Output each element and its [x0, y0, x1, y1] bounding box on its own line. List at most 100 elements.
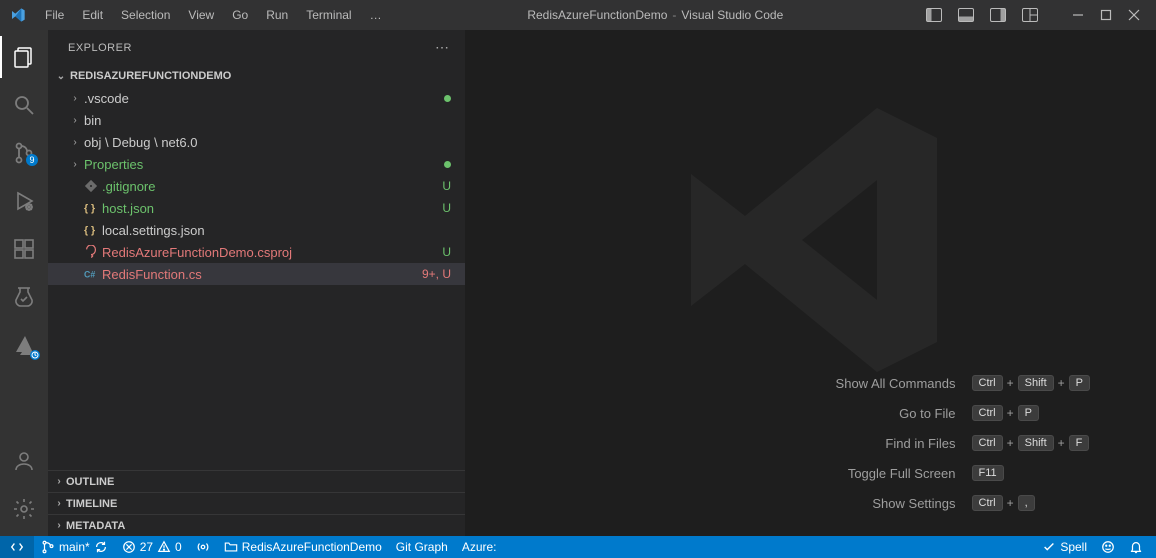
- menu-view[interactable]: View: [181, 4, 221, 26]
- file-name: RedisFunction.cs: [102, 267, 202, 282]
- file-row[interactable]: { }local.settings.json: [48, 219, 465, 241]
- shortcut-keys: Ctrl+Shift+P: [972, 375, 1091, 391]
- shortcut-keys: F11: [972, 465, 1091, 481]
- status-spell[interactable]: Spell: [1035, 536, 1094, 558]
- workspace-root[interactable]: ⌄ REDISAZUREFUNCTIONDEMO: [48, 65, 465, 87]
- kbd-key: P: [1018, 405, 1039, 421]
- section-label: METADATA: [66, 520, 125, 532]
- status-git-graph[interactable]: Git Graph: [389, 536, 455, 558]
- folder-row[interactable]: ›obj \ Debug \ net6.0: [48, 131, 465, 153]
- section-label: OUTLINE: [66, 476, 114, 488]
- chevron-right-icon: ›: [68, 115, 82, 126]
- toggle-secondary-sidebar-icon[interactable]: [984, 2, 1012, 28]
- svg-text:C#: C#: [84, 270, 95, 280]
- chevron-right-icon: ›: [68, 159, 82, 170]
- window-controls: [1064, 2, 1148, 28]
- status-bar: main* 27 0 RedisAzureFunctionDemo Git Gr…: [0, 536, 1156, 558]
- menu-run[interactable]: Run: [259, 4, 295, 26]
- bell-icon: [1129, 540, 1143, 554]
- customize-layout-icon[interactable]: [1016, 2, 1044, 28]
- status-branch[interactable]: main*: [34, 536, 115, 558]
- status-notifications[interactable]: [1122, 536, 1150, 558]
- status-problems[interactable]: 27 0: [115, 536, 189, 558]
- vscode-logo-icon: [10, 7, 26, 23]
- activity-settings[interactable]: [0, 488, 48, 530]
- plus-sep: +: [1007, 406, 1014, 420]
- workspace-name: REDISAZUREFUNCTIONDEMO: [70, 70, 231, 82]
- status-spell-label: Spell: [1060, 540, 1087, 554]
- modified-dot-icon: [444, 157, 451, 171]
- file-name: RedisAzureFunctionDemo.csproj: [102, 245, 292, 260]
- shortcut-keys: Ctrl+Shift+F: [972, 435, 1091, 451]
- minimize-icon[interactable]: [1064, 2, 1092, 28]
- chevron-right-icon: ›: [52, 520, 66, 531]
- check-icon: [1042, 540, 1056, 554]
- activity-azure[interactable]: [0, 324, 48, 366]
- menu-edit[interactable]: Edit: [75, 4, 110, 26]
- kbd-key: Shift: [1018, 435, 1054, 451]
- status-open-folder[interactable]: RedisAzureFunctionDemo: [217, 536, 389, 558]
- file-name: .gitignore: [102, 179, 155, 194]
- folder-row[interactable]: ›.vscode: [48, 87, 465, 109]
- activity-source-control[interactable]: 9: [0, 132, 48, 174]
- maximize-icon[interactable]: [1092, 2, 1120, 28]
- toggle-primary-sidebar-icon[interactable]: [920, 2, 948, 28]
- status-folder-label: RedisAzureFunctionDemo: [242, 540, 382, 554]
- folder-name: .vscode: [84, 91, 129, 106]
- sidebar-section-timeline[interactable]: ›TIMELINE: [48, 492, 465, 514]
- plus-sep: +: [1007, 376, 1014, 390]
- menu-file[interactable]: File: [38, 4, 71, 26]
- toggle-panel-icon[interactable]: [952, 2, 980, 28]
- json-icon: { }: [82, 201, 100, 215]
- file-row[interactable]: .gitignoreU: [48, 175, 465, 197]
- file-row[interactable]: RedisAzureFunctionDemo.csproj U: [48, 241, 465, 263]
- sidebar-section-outline[interactable]: ›OUTLINE: [48, 470, 465, 492]
- file-row[interactable]: { }host.json U: [48, 197, 465, 219]
- shortcut-label: Toggle Full Screen: [836, 466, 956, 481]
- status-warning-count: 0: [175, 540, 182, 554]
- folder-row[interactable]: ›Properties: [48, 153, 465, 175]
- menu-bar: File Edit Selection View Go Run Terminal…: [38, 4, 391, 26]
- window-title: RedisAzureFunctionDemo - Visual Studio C…: [395, 8, 916, 22]
- file-tree: ⌄ REDISAZUREFUNCTIONDEMO ›.vscode›bin›ob…: [48, 65, 465, 470]
- close-icon[interactable]: [1120, 2, 1148, 28]
- sync-icon: [94, 540, 108, 554]
- file-row[interactable]: C# RedisFunction.cs 9+, U: [48, 263, 465, 285]
- feedback-icon: [1101, 540, 1115, 554]
- git-status-decoration: 9+, U: [422, 267, 451, 281]
- menu-terminal[interactable]: Terminal: [299, 4, 358, 26]
- chevron-right-icon: ›: [68, 93, 82, 104]
- status-remote-button[interactable]: [0, 536, 34, 558]
- window-title-app: Visual Studio Code: [681, 8, 783, 22]
- status-feedback[interactable]: [1094, 536, 1122, 558]
- folder-row[interactable]: ›bin: [48, 109, 465, 131]
- folder-name: Properties: [84, 157, 143, 172]
- git-status-decoration: U: [442, 245, 451, 259]
- activity-search[interactable]: [0, 84, 48, 126]
- sidebar-more-icon[interactable]: ⋯: [435, 39, 451, 56]
- status-port-forward[interactable]: [189, 536, 217, 558]
- menu-overflow[interactable]: …: [363, 4, 391, 26]
- kbd-key: Ctrl: [972, 495, 1003, 511]
- activity-testing[interactable]: [0, 276, 48, 318]
- status-azure-label: Azure:: [462, 540, 497, 554]
- git-status-decoration: U: [442, 201, 451, 215]
- error-icon: [122, 540, 136, 554]
- gitignore-icon: [82, 179, 100, 193]
- activity-extensions[interactable]: [0, 228, 48, 270]
- sidebar-section-metadata[interactable]: ›METADATA: [48, 514, 465, 536]
- kbd-key: Ctrl: [972, 375, 1003, 391]
- file-name: host.json: [102, 201, 154, 216]
- status-azure[interactable]: Azure:: [455, 536, 504, 558]
- azure-sync-badge-icon: [30, 350, 40, 360]
- menu-go[interactable]: Go: [225, 4, 255, 26]
- kbd-key: F11: [972, 465, 1004, 481]
- activity-explorer[interactable]: [0, 36, 48, 78]
- menu-selection[interactable]: Selection: [114, 4, 177, 26]
- window-title-project: RedisAzureFunctionDemo: [527, 8, 667, 22]
- activity-account[interactable]: [0, 440, 48, 482]
- activity-run-debug[interactable]: [0, 180, 48, 222]
- svg-text:{ }: { }: [84, 225, 95, 237]
- window-title-sep: -: [672, 8, 676, 22]
- json-icon: { }: [82, 223, 100, 237]
